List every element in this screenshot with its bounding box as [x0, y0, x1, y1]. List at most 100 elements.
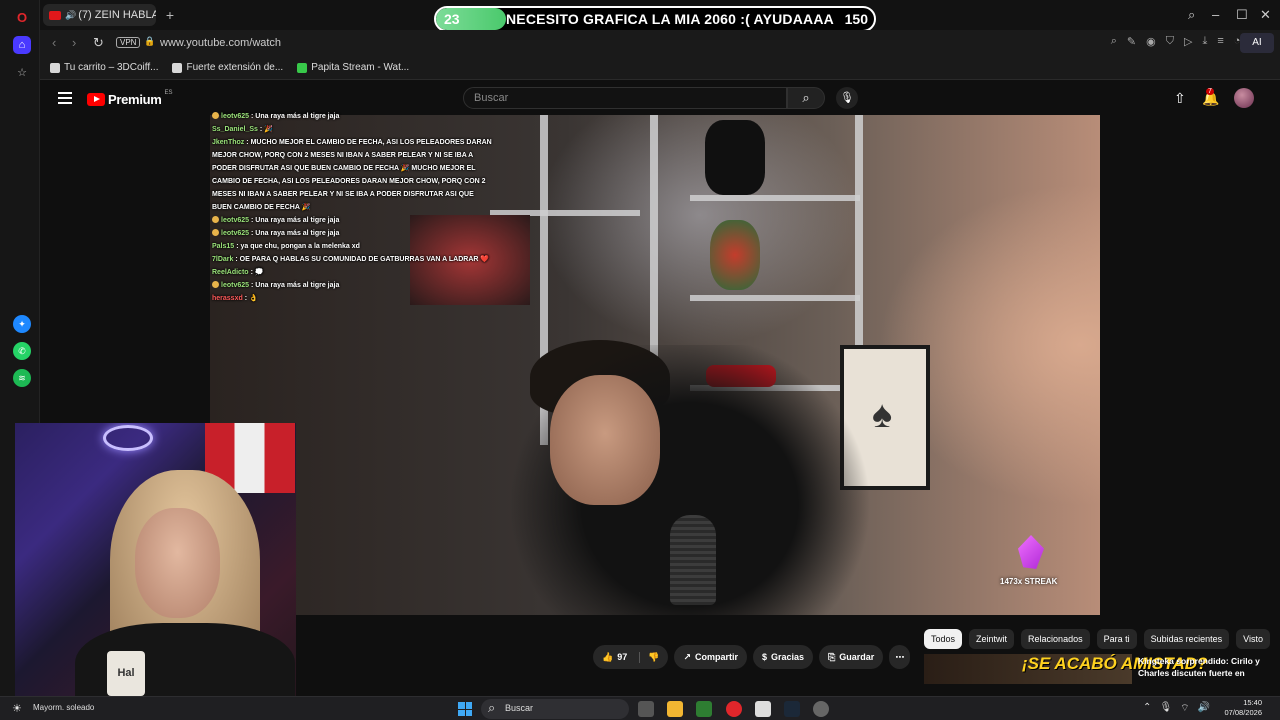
- volume-icon[interactable]: 🔊: [1198, 702, 1210, 715]
- weather-text[interactable]: Mayorm. soleado: [33, 703, 94, 712]
- avatar[interactable]: [1234, 88, 1254, 108]
- chat-username[interactable]: Pals15: [212, 243, 234, 250]
- menu-hamburger-icon[interactable]: [58, 92, 72, 104]
- goal-right-count: 150: [844, 11, 868, 27]
- chat-username[interactable]: ReelAdicto: [212, 269, 249, 276]
- task-view-icon[interactable]: [638, 701, 654, 717]
- opera-logo-icon[interactable]: O: [13, 8, 31, 26]
- region-code: ES: [164, 89, 173, 96]
- edit-icon[interactable]: ✎: [1127, 35, 1136, 48]
- messenger-icon[interactable]: ✦: [13, 315, 31, 333]
- share-button[interactable]: ↗ Compartir: [674, 645, 748, 669]
- chat-message: Ss_Daniel_Ss: 🎉: [212, 123, 492, 136]
- whatsapp-icon[interactable]: ✆: [13, 342, 31, 360]
- minimize-button[interactable]: –: [1212, 7, 1219, 22]
- app-icon[interactable]: [696, 701, 712, 717]
- search-icon: ⌕: [802, 90, 810, 105]
- chat-username[interactable]: leotv625: [221, 113, 249, 120]
- chat-message: JkenThoz: MUCHO MEJOR EL CAMBIO DE FECHA…: [212, 136, 492, 214]
- thumbs-down-icon[interactable]: 👎: [639, 651, 659, 663]
- chat-text: : 💭: [250, 269, 264, 276]
- system-tray: ⌃ 🎙 ⌔ 🔊: [1143, 702, 1210, 715]
- chat-username[interactable]: Ss_Daniel_Ss: [212, 126, 258, 133]
- chat-text: : OE PARA Q HABLAS SU COMUNIDAD DE GATBU…: [235, 256, 490, 263]
- neon-light: [103, 425, 153, 451]
- more-actions-button[interactable]: ⋯: [889, 645, 911, 669]
- back-icon[interactable]: ‹: [52, 35, 56, 50]
- settings-icon[interactable]: [813, 701, 829, 717]
- bookmark-item[interactable]: Tu carrito – 3DCoiff...: [50, 62, 158, 73]
- notes-icon[interactable]: [755, 701, 771, 717]
- zoom-icon[interactable]: ⌕: [1111, 35, 1117, 48]
- opera-taskbar-icon[interactable]: [726, 701, 742, 717]
- goal-message: NECESITO GRAFICA LA MIA 2060 :( AYUDAAAA: [506, 11, 834, 27]
- chat-username[interactable]: leotv625: [221, 217, 249, 224]
- toy-ship: [705, 120, 765, 195]
- thanks-button[interactable]: $ Gracias: [753, 645, 814, 669]
- recommended-title[interactable]: Kingteka sorprendido: Cirilo y Charles d…: [1138, 655, 1270, 679]
- home-icon[interactable]: ⌂: [13, 36, 31, 54]
- taskbar-clock[interactable]: 15:40 07/08/2026: [1224, 698, 1262, 718]
- recommended-video[interactable]: ¡SE ACABÓ AMISTAD? Kingteka sorprendido:…: [924, 654, 1270, 684]
- chat-username[interactable]: herassxd: [212, 295, 243, 302]
- camera-icon[interactable]: ◉: [1146, 35, 1156, 48]
- steam-icon[interactable]: [784, 701, 800, 717]
- shield-icon[interactable]: ⛉: [1166, 35, 1174, 48]
- bookmark-label: Fuerte extensión de...: [186, 62, 284, 73]
- play-icon[interactable]: ▷: [1184, 35, 1192, 48]
- save-button[interactable]: ⎘ Guardar: [819, 645, 884, 669]
- download-icon[interactable]: ⤓: [1202, 35, 1207, 48]
- vpn-badge[interactable]: VPN: [116, 37, 141, 48]
- share-icon: ↗: [683, 651, 691, 662]
- address-bar: ‹ › ↻ VPN 🔒 www.youtube.com/watch ⌕ ✎ ◉ …: [40, 30, 1280, 56]
- chat-text: : Una raya más al tigre jaja: [251, 230, 340, 237]
- chat-username[interactable]: leotv625: [221, 282, 249, 289]
- chat-username[interactable]: leotv625: [221, 230, 249, 237]
- chip-subidas-recientes[interactable]: Subidas recientes: [1143, 629, 1230, 649]
- spotify-icon[interactable]: ≋: [13, 369, 31, 387]
- upload-icon[interactable]: ⇧: [1174, 90, 1186, 107]
- bookmark-item[interactable]: Fuerte extensión de...: [172, 62, 283, 73]
- chip-zeintwit[interactable]: Zeintwit: [969, 629, 1015, 649]
- taskbar-search[interactable]: Buscar: [481, 699, 629, 719]
- windows-start-icon[interactable]: [458, 702, 472, 716]
- chip-relacionados[interactable]: Relacionados: [1021, 629, 1090, 649]
- chat-badge-icon: [212, 216, 219, 223]
- chat-username[interactable]: JkenThoz: [212, 139, 244, 146]
- forward-icon[interactable]: ›: [72, 35, 76, 50]
- toolbar-icons: ⌕ ✎ ◉ ⛉ ▷ ⤓ ≡ ◔ ⬡: [1111, 35, 1260, 48]
- chat-username[interactable]: 7lDark: [212, 256, 233, 263]
- tab-youtube[interactable]: 🔊 (7) ZEIN HABLA DE ZI: [43, 4, 156, 26]
- voice-search-button[interactable]: 🎙: [836, 87, 858, 109]
- reload-icon[interactable]: ↻: [93, 35, 104, 51]
- mic-tray-icon[interactable]: 🎙: [1159, 702, 1172, 715]
- menu-icon[interactable]: ≡: [1217, 35, 1223, 48]
- wifi-icon[interactable]: ⌔: [1180, 702, 1189, 715]
- chat-message: ReelAdicto: 💭: [212, 266, 492, 279]
- goal-banner: 23 NECESITO GRAFICA LA MIA 2060 :( AYUDA…: [434, 6, 876, 32]
- chevron-up-icon[interactable]: ⌃: [1143, 702, 1151, 715]
- search-button[interactable]: ⌕: [787, 87, 825, 109]
- close-window-button[interactable]: ✕: [1260, 7, 1271, 23]
- bookmark-item[interactable]: Papita Stream - Wat...: [297, 62, 409, 73]
- chat-badge-icon: [212, 281, 219, 288]
- youtube-logo[interactable]: Premium ES: [87, 89, 173, 107]
- thumbs-up-icon[interactable]: 👍: [602, 652, 613, 663]
- file-explorer-icon[interactable]: [667, 701, 683, 717]
- streak-label: 1473x STREAK: [1000, 577, 1058, 586]
- new-tab-button[interactable]: +: [162, 7, 178, 23]
- chat-message: 7lDark: OE PARA Q HABLAS SU COMUNIDAD DE…: [212, 253, 492, 266]
- url-field[interactable]: www.youtube.com/watch: [160, 37, 281, 49]
- search-tabs-icon[interactable]: ⌕: [1188, 7, 1195, 23]
- chat-text: : ya que chu, pongan a la melenka xd: [236, 243, 360, 250]
- search-input[interactable]: Buscar: [463, 87, 787, 109]
- chip-visto[interactable]: Visto: [1236, 629, 1271, 649]
- chip-para-ti[interactable]: Para ti: [1096, 629, 1137, 649]
- bookmark-label: Papita Stream - Wat...: [311, 62, 410, 73]
- ai-button[interactable]: AI: [1240, 33, 1274, 53]
- maximize-button[interactable]: ☐: [1236, 7, 1248, 23]
- chip-todos[interactable]: Todos: [924, 629, 963, 649]
- chat-message: herassxd: 👌: [212, 292, 492, 305]
- star-icon[interactable]: ☆: [13, 63, 31, 81]
- bookmark-favicon-icon: [50, 62, 60, 73]
